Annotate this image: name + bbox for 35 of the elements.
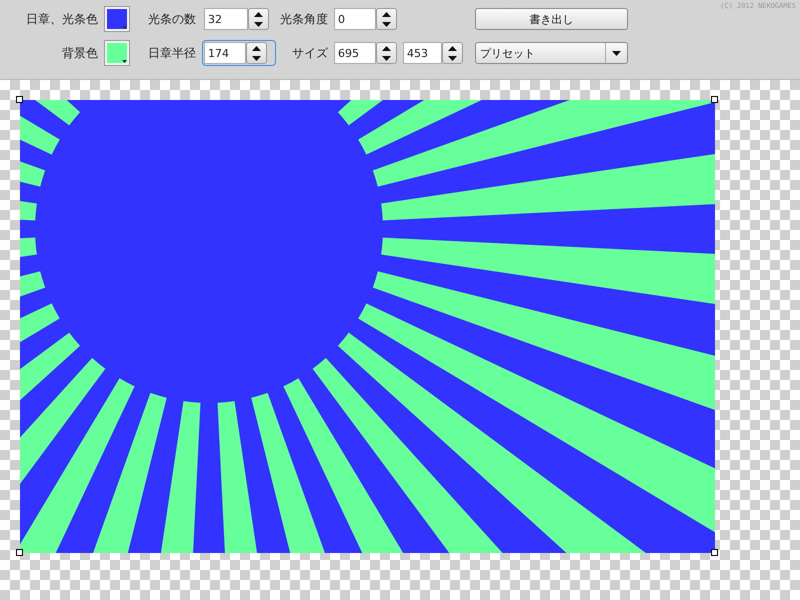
- up-arrow-icon: [382, 46, 391, 50]
- number-field[interactable]: 0: [334, 8, 376, 30]
- number-spinner[interactable]: 32: [204, 8, 274, 30]
- down-arrow-icon: [382, 22, 391, 26]
- export-button[interactable]: 書き出し: [475, 8, 628, 30]
- up-arrow-icon: [254, 12, 263, 16]
- sun-radius-label: 日章半径: [148, 44, 196, 62]
- resize-handle[interactable]: [711, 549, 718, 556]
- ray-angle-label: 光条角度: [280, 10, 329, 28]
- background-color-label: 背景色: [62, 44, 98, 62]
- resize-handle[interactable]: [16, 549, 23, 556]
- color-swatch[interactable]: [105, 7, 129, 31]
- number-spinner[interactable]: 174: [204, 42, 274, 64]
- size-label: サイズ: [292, 44, 329, 62]
- color-swatch[interactable]: [105, 41, 129, 65]
- resize-handle[interactable]: [711, 96, 718, 103]
- up-arrow-icon: [252, 46, 261, 50]
- down-arrow-icon: [252, 56, 261, 60]
- number-spinner[interactable]: 0: [334, 8, 403, 30]
- number-field[interactable]: 32: [204, 8, 248, 30]
- number-field[interactable]: 695: [334, 42, 376, 64]
- down-arrow-icon: [448, 56, 457, 60]
- ray-count-label: 光条の数: [148, 10, 196, 28]
- preset-dropdown[interactable]: プリセット: [475, 42, 628, 64]
- number-field[interactable]: 174: [204, 42, 246, 64]
- down-arrow-icon: [382, 56, 391, 60]
- down-arrow-icon: [254, 22, 263, 26]
- up-arrow-icon: [382, 12, 391, 16]
- up-arrow-icon: [448, 46, 457, 50]
- number-spinner[interactable]: 453: [403, 42, 475, 64]
- resize-handle[interactable]: [16, 96, 23, 103]
- color-label: 日章、光条色: [26, 10, 98, 28]
- caret-icon: [612, 50, 621, 56]
- number-spinner[interactable]: 695: [334, 42, 403, 64]
- number-field[interactable]: 453: [403, 42, 442, 64]
